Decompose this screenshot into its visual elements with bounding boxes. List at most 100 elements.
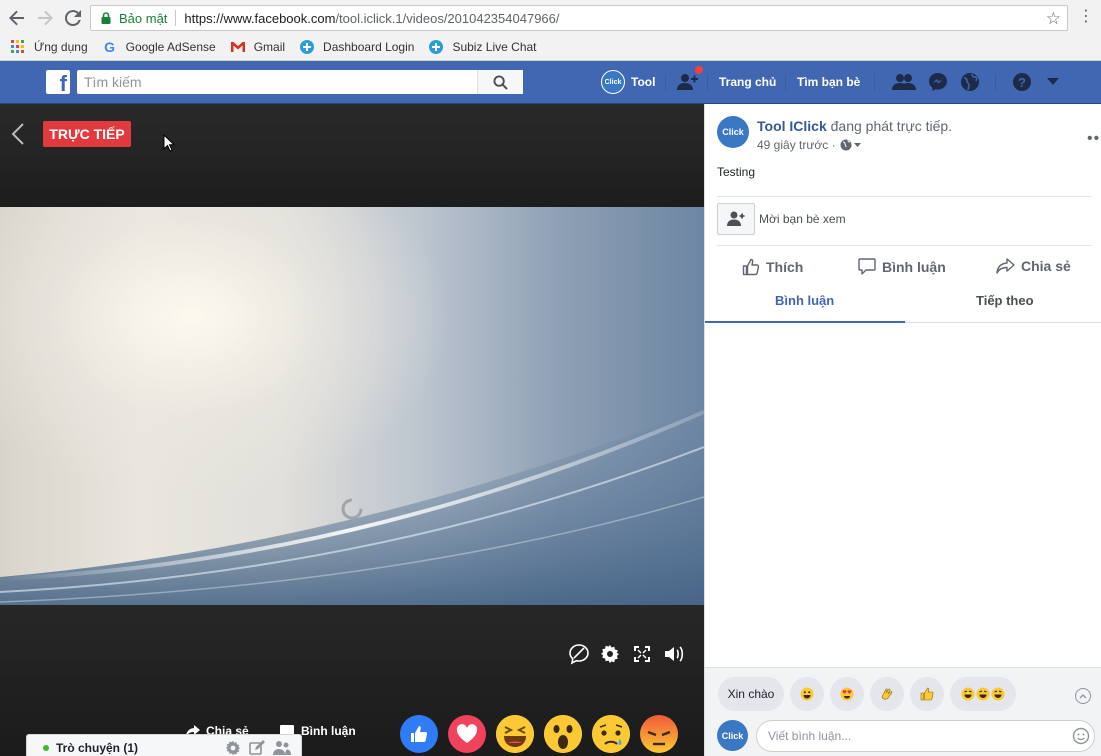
- search-box: [77, 70, 523, 94]
- back-chevron-icon[interactable]: [10, 122, 26, 146]
- chat-settings-gear-icon[interactable]: [225, 740, 241, 756]
- subiz-icon: [428, 39, 444, 55]
- post-author-line: Tool IClick đang phát trực tiếp.: [757, 118, 952, 134]
- video-comment-label: Bình luận: [301, 724, 356, 738]
- like-label: Thích: [766, 259, 804, 275]
- notification-badge: [694, 65, 704, 75]
- help-icon[interactable]: ?: [1010, 71, 1034, 93]
- find-friends-link[interactable]: Tìm bạn bè: [797, 75, 860, 89]
- tab-comments[interactable]: Bình luận: [775, 293, 834, 308]
- laughing-emojis-icon[interactable]: [950, 677, 1016, 711]
- invite-friends-row: Mời bạn bè xem: [717, 196, 1092, 246]
- google-g-icon: G: [104, 39, 116, 55]
- avatar: Click: [717, 720, 748, 751]
- online-status-dot: [43, 744, 49, 751]
- profile-name: Tool: [631, 75, 656, 89]
- url-host: https://www.facebook.com: [184, 10, 336, 26]
- grinning-emoji-icon[interactable]: [790, 677, 824, 711]
- notifications-globe-icon[interactable]: [958, 71, 982, 93]
- fullscreen-icon[interactable]: [630, 642, 654, 666]
- more-options-icon[interactable]: •••: [1087, 130, 1101, 148]
- clapping-hands-emoji-icon[interactable]: [870, 677, 904, 711]
- thumbs-up-icon: [742, 258, 760, 276]
- like-button[interactable]: Thích: [742, 258, 803, 276]
- bookmark-label: Dashboard Login: [323, 40, 415, 54]
- comment-composer: Click: [705, 715, 1101, 756]
- back-icon[interactable]: [6, 7, 28, 29]
- secure-label: Bảo mật: [119, 10, 168, 26]
- heart-eyes-emoji-icon[interactable]: [830, 677, 864, 711]
- angry-reaction-icon[interactable]: [640, 715, 678, 753]
- comment-button[interactable]: Bình luận: [858, 258, 946, 275]
- like-reaction-icon[interactable]: [400, 715, 438, 753]
- sad-reaction-icon[interactable]: [592, 715, 630, 753]
- comment-tabs: Bình luận Tiếp theo: [705, 284, 1101, 323]
- video-top-bar: TRỰC TIẾP: [0, 104, 704, 207]
- lock-icon: [101, 12, 111, 24]
- bookmark-star-icon[interactable]: ☆: [1046, 9, 1061, 29]
- chat-tab[interactable]: Trò chuyện (1): [26, 734, 302, 756]
- nav-divider: [707, 74, 708, 91]
- love-reaction-icon[interactable]: [448, 715, 486, 753]
- invite-friends-button[interactable]: [717, 203, 755, 235]
- bookmark-apps[interactable]: Ứng dụng: [10, 39, 88, 55]
- globe-privacy-icon[interactable]: [840, 139, 862, 151]
- smiley-icon[interactable]: [1072, 727, 1090, 745]
- bookmark-label: Google AdSense: [125, 40, 216, 54]
- video-player: TRỰC TIẾP Chia sẻ Bình luận Trò chuyện (…: [0, 104, 704, 756]
- comment-bubble-icon: [858, 258, 876, 275]
- facebook-logo-icon[interactable]: f: [46, 70, 70, 95]
- new-message-icon[interactable]: [249, 740, 265, 756]
- bookmark-adsense[interactable]: G Google AdSense: [102, 39, 216, 55]
- invite-friends-label: Mời bạn bè xem: [759, 212, 846, 226]
- quick-replies: Xin chào: [705, 667, 1101, 715]
- home-link[interactable]: Trang chủ: [719, 75, 776, 89]
- comment-input[interactable]: [768, 729, 1058, 743]
- facebook-top-bar: f Click Tool Trang chủ Tìm bạn bè ?: [0, 61, 1101, 104]
- svg-text:?: ?: [1018, 75, 1026, 90]
- address-bar[interactable]: Bảo mật https://www.facebook.com/tool.ic…: [90, 5, 1068, 31]
- url-text: https://www.facebook.com/tool.iclick.1/v…: [184, 11, 559, 26]
- haha-reaction-icon[interactable]: [496, 715, 534, 753]
- bookmark-label: Ứng dụng: [34, 40, 88, 54]
- bookmark-dashboard-login[interactable]: Dashboard Login: [299, 39, 414, 55]
- browser-chrome: Bảo mật https://www.facebook.com/tool.ic…: [0, 0, 1101, 61]
- comment-box: [756, 720, 1095, 752]
- nav-divider: [785, 74, 786, 91]
- forward-icon[interactable]: [34, 7, 56, 29]
- avatar[interactable]: Click: [717, 116, 749, 148]
- url-path: /tool.iclick.1/videos/201042354047966/: [335, 10, 560, 26]
- search-button[interactable]: [477, 70, 523, 94]
- reload-icon[interactable]: [62, 7, 84, 29]
- quick-reply-hello[interactable]: Xin chào: [718, 677, 784, 711]
- apps-grid-icon: [10, 39, 26, 55]
- post-timestamp[interactable]: 49 giây trước ·: [757, 138, 836, 152]
- video-frame[interactable]: [0, 207, 704, 605]
- post-author-name[interactable]: Tool IClick: [757, 118, 827, 134]
- nav-divider: [874, 74, 875, 91]
- volume-icon[interactable]: [662, 642, 686, 666]
- share-button[interactable]: Chia sẻ: [996, 258, 1071, 274]
- tab-up-next[interactable]: Tiếp theo: [976, 293, 1034, 308]
- bookmark-label: Subiz Live Chat: [452, 40, 537, 54]
- collapse-chevron-icon[interactable]: [1075, 688, 1091, 704]
- bookmark-gmail[interactable]: Gmail: [230, 39, 285, 55]
- thumbs-up-emoji-icon[interactable]: [910, 677, 944, 711]
- messenger-icon[interactable]: [926, 71, 950, 93]
- profile-link[interactable]: Click Tool: [601, 70, 655, 94]
- search-icon: [493, 74, 508, 90]
- account-menu-chevron-icon[interactable]: [1041, 71, 1065, 93]
- bookmark-subiz-live-chat[interactable]: Subiz Live Chat: [428, 39, 537, 55]
- nav-divider: [665, 74, 666, 91]
- comment-label: Bình luận: [882, 258, 946, 275]
- chat-group-icon[interactable]: [273, 740, 291, 756]
- bookmarks-bar: Ứng dụng G Google AdSense Gmail Dashboar…: [0, 35, 1101, 59]
- gmail-icon: [230, 39, 246, 55]
- chrome-menu-icon[interactable]: ⋮: [1078, 8, 1094, 26]
- search-input[interactable]: [77, 74, 477, 90]
- wow-reaction-icon[interactable]: [544, 715, 582, 753]
- friends-icon[interactable]: [892, 71, 916, 93]
- settings-gear-icon[interactable]: [598, 642, 622, 666]
- post-activity-text: đang phát trực tiếp.: [826, 118, 953, 134]
- captions-off-icon[interactable]: [567, 642, 591, 666]
